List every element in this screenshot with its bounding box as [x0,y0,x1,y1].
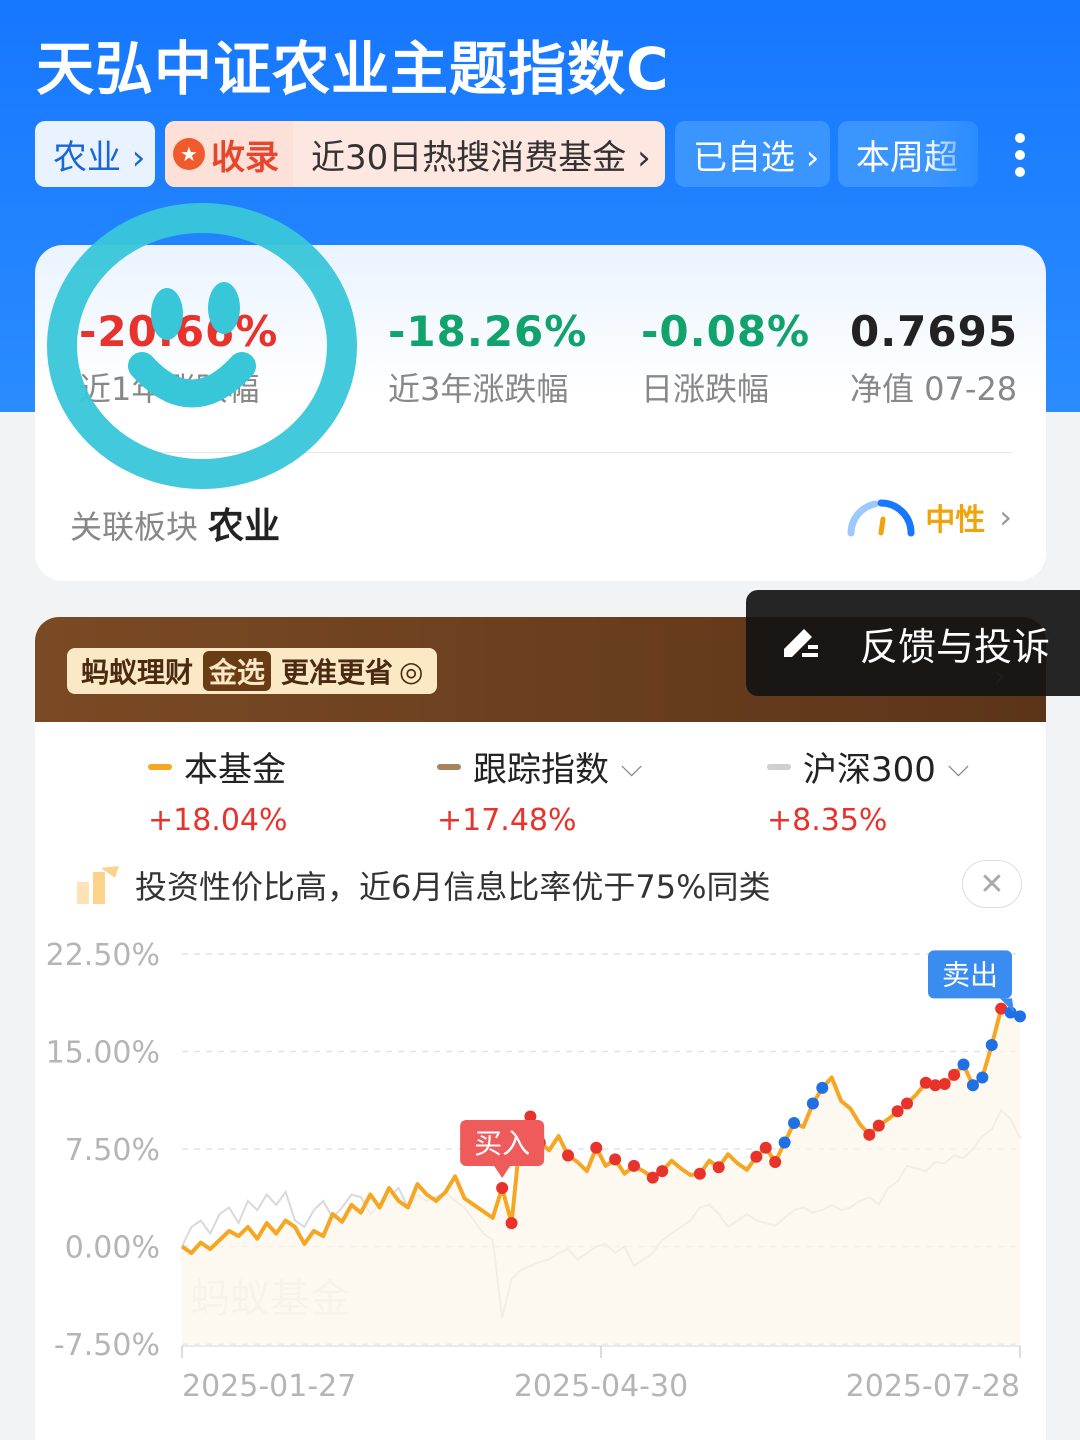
smiley-sticker-icon [47,203,357,489]
chevron-right-icon: › [999,498,1012,536]
y-tick-label: 0.00% [65,1231,160,1266]
y-tick-label: -7.50% [54,1328,160,1363]
banner-pill: 蚂蚁理财 金选 更准更省 ◎ [67,648,438,694]
trade-point-blue [976,1071,989,1084]
stat-daily: -0.08% 日涨跌幅 [641,307,810,410]
stat-daily-value: -0.08% [641,307,811,356]
stat-3y: -18.26% 近3年涨跌幅 [388,307,587,410]
target-icon: ◎ [399,654,424,688]
trade-point-red [938,1078,951,1090]
trade-point-red [627,1159,640,1172]
trade-point-blue [966,1079,979,1092]
trade-point-red [693,1167,706,1180]
trade-point-red [872,1119,885,1132]
sell-marker-label: 卖出 [942,958,998,991]
sentiment-label: 中性 [925,503,986,538]
trade-point-blue [806,1097,819,1110]
stat-3y-value: -18.26% [388,307,588,356]
trade-point-red [562,1149,575,1162]
x-tick-label: 2025-07-28 [846,1369,1020,1404]
x-tick-label: 2025-01-27 [182,1369,356,1404]
record-badge: ★ 收录 [165,121,293,187]
trade-point-blue [957,1058,970,1071]
feedback-complaint-button[interactable]: 反馈与投诉 [746,590,1080,696]
trade-point-red [948,1068,961,1081]
stat-nav: 0.7695 净值 07-28 [850,307,1018,410]
record-badge-label: 收录 [211,137,279,178]
y-tick-label: 22.50% [46,938,160,973]
star-icon: ★ [173,138,205,170]
record-chip-label: 近30日热搜消费基金 › [311,137,651,178]
buy-marker-pointer [494,1166,511,1178]
watchlist-chip[interactable]: 已自选 › [675,121,830,187]
more-options-icon[interactable] [1010,133,1030,177]
trade-point-red [769,1156,782,1168]
buy-marker-label: 买入 [474,1127,530,1160]
series-area-fund [182,1008,1020,1344]
trade-point-red [759,1141,772,1154]
trade-point-red [750,1150,763,1163]
trade-point-blue [778,1136,791,1149]
stat-nav-value: 0.7695 [850,307,1019,356]
stat-3y-label: 近3年涨跌幅 [388,370,569,408]
trade-point-red [609,1153,622,1166]
related-sector[interactable]: 关联板块 农业 [70,497,280,549]
trade-point-red [712,1161,725,1174]
weekly-chip[interactable]: 本周超 [838,121,978,187]
trade-point-red [496,1182,509,1194]
banner-brand: 蚂蚁理财 [81,656,194,689]
banner-slogan: 更准更省 [281,656,394,689]
fund-title: 天弘中证农业主题指数C [36,35,670,103]
trade-point-blue [788,1117,801,1129]
y-tick-label: 15.00% [46,1036,160,1071]
related-sector-value: 农业 [208,506,281,547]
trade-point-blue [816,1081,829,1094]
tag-agriculture-chip[interactable]: 农业 › [35,121,155,187]
trade-point-blue [1014,1010,1026,1023]
trade-point-red [863,1128,876,1141]
trade-point-blue [985,1039,998,1051]
gauge-icon [847,499,915,537]
banner-badge: 金选 [203,651,272,691]
performance-chart[interactable]: 22.50% 15.00% 7.50% 0.00% -7.50% 2025-01-27 20… [0,722,1080,1440]
stat-daily-label: 日涨跌幅 [641,370,770,408]
trade-point-red [901,1097,914,1110]
trade-point-red [891,1105,904,1118]
trade-point-red [505,1217,518,1230]
trade-point-red [656,1165,669,1178]
trade-point-red [590,1141,603,1154]
related-sector-label: 关联板块 [70,508,199,546]
sentiment-indicator[interactable]: 中性 › [845,495,1012,539]
edit-icon [784,629,818,657]
stat-nav-label: 净值 07-28 [850,370,1018,408]
y-tick-label: 7.50% [65,1133,160,1168]
feedback-label: 反馈与投诉 [860,624,1051,669]
hot-search-record-chip[interactable]: ★ 收录 近30日热搜消费基金 › [165,121,665,187]
x-tick-label: 2025-04-30 [514,1369,688,1404]
